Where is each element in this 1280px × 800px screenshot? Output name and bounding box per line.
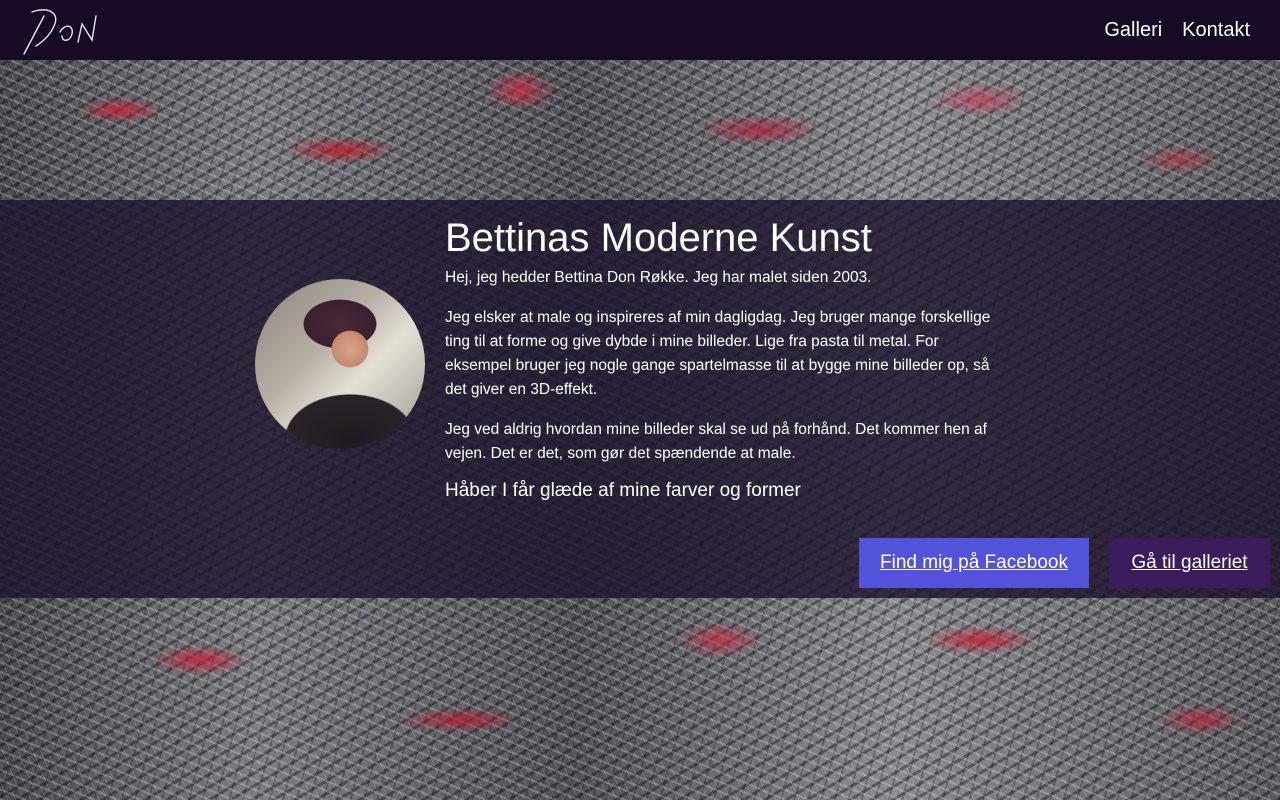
page-title: Bettinas Moderne Kunst (445, 216, 872, 260)
logo-link[interactable] (20, 2, 104, 58)
nav-galleri[interactable]: Galleri (1104, 19, 1162, 42)
nav-kontakt[interactable]: Kontakt (1182, 19, 1250, 42)
gallery-button[interactable]: Gå til galleriet (1109, 538, 1270, 588)
intro-panel: Bettinas Moderne Kunst Hej, jeg hedder B… (0, 200, 1280, 598)
facebook-button[interactable]: Find mig på Facebook (859, 538, 1089, 588)
intro-paragraph-2: Jeg elsker at male og inspireres af min … (445, 309, 991, 398)
intro-paragraph-3: Jeg ved aldrig hvordan mine billeder ska… (445, 421, 987, 462)
site-header: Galleri Kontakt (0, 0, 1280, 60)
don-signature-logo (23, 9, 97, 55)
intro-paragraph-1: Hej, jeg hedder Bettina Don Røkke. Jeg h… (445, 269, 872, 286)
intro-content: Bettinas Moderne Kunst Hej, jeg hedder B… (445, 214, 1005, 504)
main-nav: Galleri Kontakt (1104, 19, 1250, 42)
artist-avatar (255, 279, 425, 449)
closing-line: Håber I får glæde af mine farver og form… (445, 480, 801, 501)
